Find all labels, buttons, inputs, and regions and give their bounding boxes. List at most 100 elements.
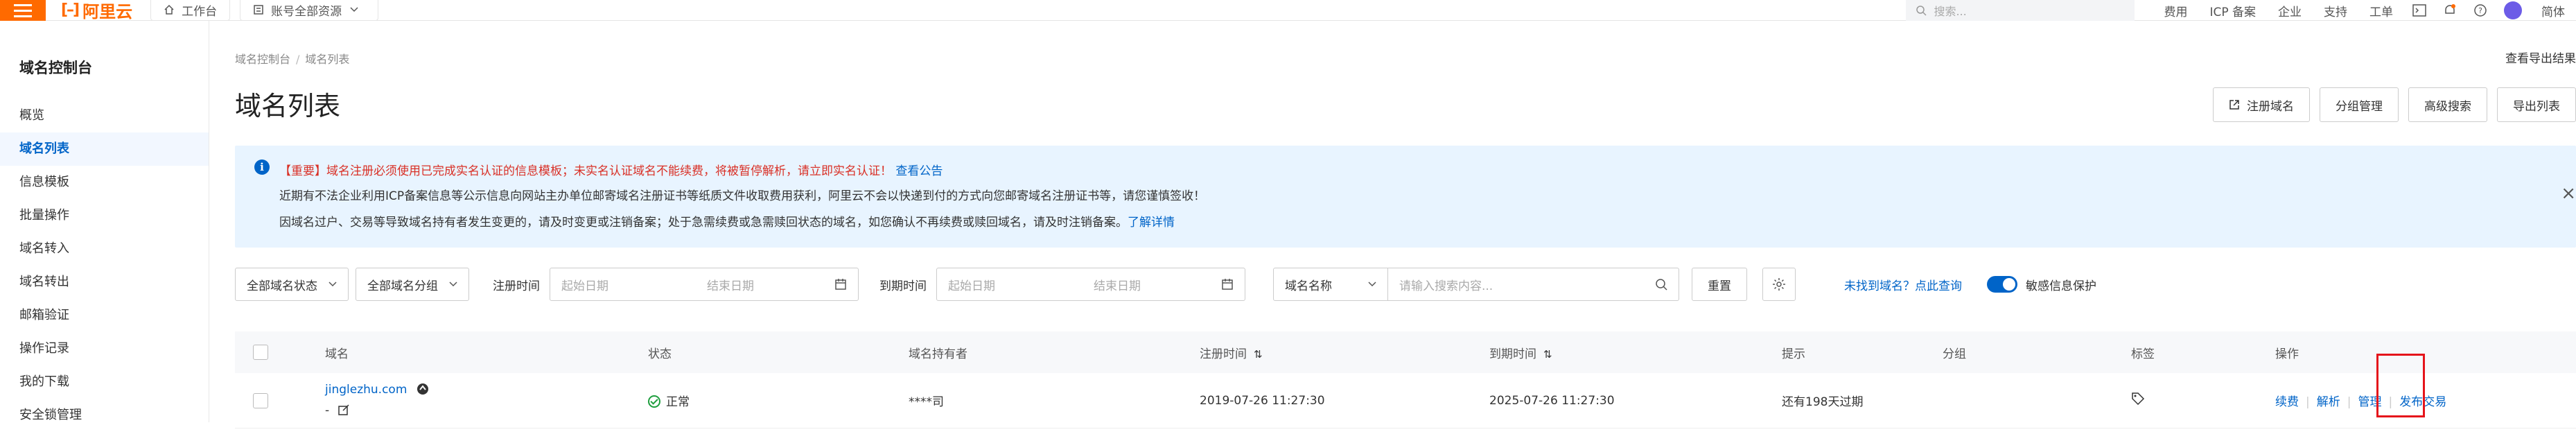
sidebar-item-transfer-in[interactable]: 域名转入 xyxy=(0,232,209,266)
help-icon[interactable]: ? xyxy=(2473,3,2487,17)
sort-icon[interactable]: ⇅ xyxy=(1543,348,1552,361)
page-title: 域名列表 xyxy=(235,91,341,121)
check-circle-icon xyxy=(648,395,660,408)
workbench-button[interactable]: 工作台 xyxy=(150,0,231,21)
top-link-enterprise[interactable]: 企业 xyxy=(2278,2,2302,19)
filter-bar: 全部域名状态 全部域名分组 注册时间 起始日期 结束日期 到期时间 起始日期 结… xyxy=(235,268,2096,301)
status-filter-select[interactable]: 全部域名状态 xyxy=(235,268,349,301)
column-header-reg-time[interactable]: 注册时间 ⇅ xyxy=(1200,344,1263,361)
dns-resolve-link[interactable]: 解析 xyxy=(2317,395,2340,409)
sidebar-item-info-templates[interactable]: 信息模板 xyxy=(0,166,209,199)
column-header-exp-time[interactable]: 到期时间 ⇅ xyxy=(1489,344,1552,361)
exp-time-cell: 2025-07-26 11:27:30 xyxy=(1489,393,1615,408)
domain-not-found-link[interactable]: 未找到域名？点此查询 xyxy=(1844,276,1962,293)
external-link-icon xyxy=(2229,100,2239,110)
column-header-reg-time-label: 注册时间 xyxy=(1200,347,1247,361)
view-announcement-link[interactable]: 查看公告 xyxy=(895,164,943,178)
menu-icon[interactable] xyxy=(0,0,46,21)
select-all-checkbox[interactable] xyxy=(253,345,268,360)
registration-time-label: 注册时间 xyxy=(493,279,540,293)
breadcrumb-console[interactable]: 域名控制台 xyxy=(235,53,290,66)
export-list-button[interactable]: 导出列表 xyxy=(2497,87,2576,122)
register-domain-button[interactable]: 注册域名 xyxy=(2213,87,2310,122)
user-avatar[interactable] xyxy=(2504,1,2522,19)
settings-button[interactable] xyxy=(1762,268,1796,301)
info-icon: i xyxy=(254,159,270,175)
edit-icon[interactable] xyxy=(338,404,350,416)
search-icon xyxy=(1916,6,1927,16)
table-row: jinglezhu.com - 正常 ****司 2019-07-26 11:2… xyxy=(235,354,2576,429)
renew-link[interactable]: 续费 xyxy=(2275,395,2299,409)
holder-cell: ****司 xyxy=(909,395,944,409)
verified-shield-icon xyxy=(417,383,428,395)
search-field-select[interactable]: 域名名称 xyxy=(1273,268,1388,301)
terminal-icon[interactable] xyxy=(2412,3,2426,17)
column-header-holder: 域名持有者 xyxy=(909,347,967,361)
breadcrumb-separator: / xyxy=(296,53,300,66)
sidebar-item-overview[interactable]: 概览 xyxy=(0,99,209,132)
language-switch[interactable]: 简体 xyxy=(2541,2,2565,19)
status-value: 正常 xyxy=(666,395,690,409)
domain-search-input[interactable]: 请输入搜索内容... xyxy=(1388,268,1679,301)
top-link-support[interactable]: 支持 xyxy=(2324,2,2347,19)
main-content: 域名控制台 / 域名列表 查看导出结果 域名列表 注册域名 分组管理 高级搜索 导出… xyxy=(210,21,2576,429)
chevron-down-icon xyxy=(328,282,337,287)
sidebar-item-batch-operations[interactable]: 批量操作 xyxy=(0,199,209,232)
header-actions: 注册域名 分组管理 高级搜索 导出列表 xyxy=(2203,87,2576,122)
hint-cell: 还有198天过期 xyxy=(1782,395,1864,409)
advanced-search-button[interactable]: 高级搜索 xyxy=(2408,87,2487,122)
row-checkbox[interactable] xyxy=(253,392,268,408)
sidebar-item-downloads[interactable]: 我的下载 xyxy=(0,365,209,399)
sidebar-title: 域名控制台 xyxy=(19,60,92,76)
expiration-date-range[interactable]: 起始日期 结束日期 xyxy=(936,268,1245,301)
close-icon[interactable]: × xyxy=(2561,183,2576,204)
calendar-icon xyxy=(835,279,846,290)
logo-mark-icon: [–] xyxy=(61,1,80,19)
notice-line-important: 【重要】域名注册必须使用已完成实名认证的信息模板；未实名认证域名不能续费，将被暂… xyxy=(279,161,943,178)
learn-more-link[interactable]: 了解详情 xyxy=(1128,216,1175,230)
group-filter-select[interactable]: 全部域名分组 xyxy=(356,268,469,301)
sidebar-item-email-verification[interactable]: 邮箱验证 xyxy=(0,299,209,332)
top-link-billing[interactable]: 费用 xyxy=(2164,2,2187,19)
domain-search-placeholder: 请输入搜索内容... xyxy=(1399,279,1493,293)
domain-sub-cell: - xyxy=(325,404,350,417)
top-link-icp[interactable]: ICP 备案 xyxy=(2209,2,2256,19)
registration-start-date[interactable]: 起始日期 xyxy=(561,276,707,293)
action-separator: | xyxy=(2306,395,2310,409)
registration-date-range[interactable]: 起始日期 结束日期 xyxy=(550,268,859,301)
calendar-icon xyxy=(1222,279,1233,290)
expiration-end-date[interactable]: 结束日期 xyxy=(1094,276,1221,293)
global-search-input[interactable]: 搜索... xyxy=(1906,0,2135,21)
sidebar-item-operation-log[interactable]: 操作记录 xyxy=(0,332,209,365)
svg-text:?: ? xyxy=(2478,6,2482,15)
group-management-button[interactable]: 分组管理 xyxy=(2320,87,2399,122)
privacy-protection-label: 敏感信息保护 xyxy=(2026,279,2096,293)
sidebar-item-domain-list[interactable]: 域名列表 xyxy=(0,132,209,166)
domain-cell: jinglezhu.com xyxy=(325,383,429,397)
notice-banner: i 【重要】域名注册必须使用已完成实名认证的信息模板；未实名认证域名不能续费，将… xyxy=(235,146,2576,248)
aliyun-logo[interactable]: [–] 阿里云 xyxy=(61,0,132,22)
logo-text: 阿里云 xyxy=(82,2,133,21)
status-cell: 正常 xyxy=(648,392,690,409)
view-export-results-link[interactable]: 查看导出结果 xyxy=(2505,49,2576,66)
notice-line-icp: 因域名过户、交易等导致域名持有者发生变更的，请及时变更或注销备案；处于急需续费或… xyxy=(279,212,1175,230)
manage-highlight-box xyxy=(2376,354,2425,417)
resources-icon xyxy=(254,5,263,15)
chevron-down-icon xyxy=(350,7,358,12)
column-header-actions: 操作 xyxy=(2275,347,2299,361)
reset-button[interactable]: 重置 xyxy=(1692,268,1747,301)
sidebar-item-transfer-out[interactable]: 域名转出 xyxy=(0,266,209,299)
sidebar-item-security-lock[interactable]: 安全锁管理 xyxy=(0,399,209,432)
tag-icon[interactable] xyxy=(2131,392,2145,406)
register-domain-label: 注册域名 xyxy=(2247,99,2294,114)
search-icon[interactable] xyxy=(1655,278,1667,291)
privacy-protection-toggle[interactable] xyxy=(1987,276,2017,293)
top-link-tickets[interactable]: 工单 xyxy=(2369,2,2393,19)
account-resources-dropdown[interactable]: 账号全部资源 xyxy=(240,0,379,21)
domain-name-link[interactable]: jinglezhu.com xyxy=(325,383,407,397)
registration-end-date[interactable]: 结束日期 xyxy=(707,276,834,293)
column-header-hint: 提示 xyxy=(1782,347,1805,361)
expiration-start-date[interactable]: 起始日期 xyxy=(948,276,1094,293)
sort-icon[interactable]: ⇅ xyxy=(1254,348,1263,361)
notification-bell-icon[interactable] xyxy=(2443,3,2457,17)
